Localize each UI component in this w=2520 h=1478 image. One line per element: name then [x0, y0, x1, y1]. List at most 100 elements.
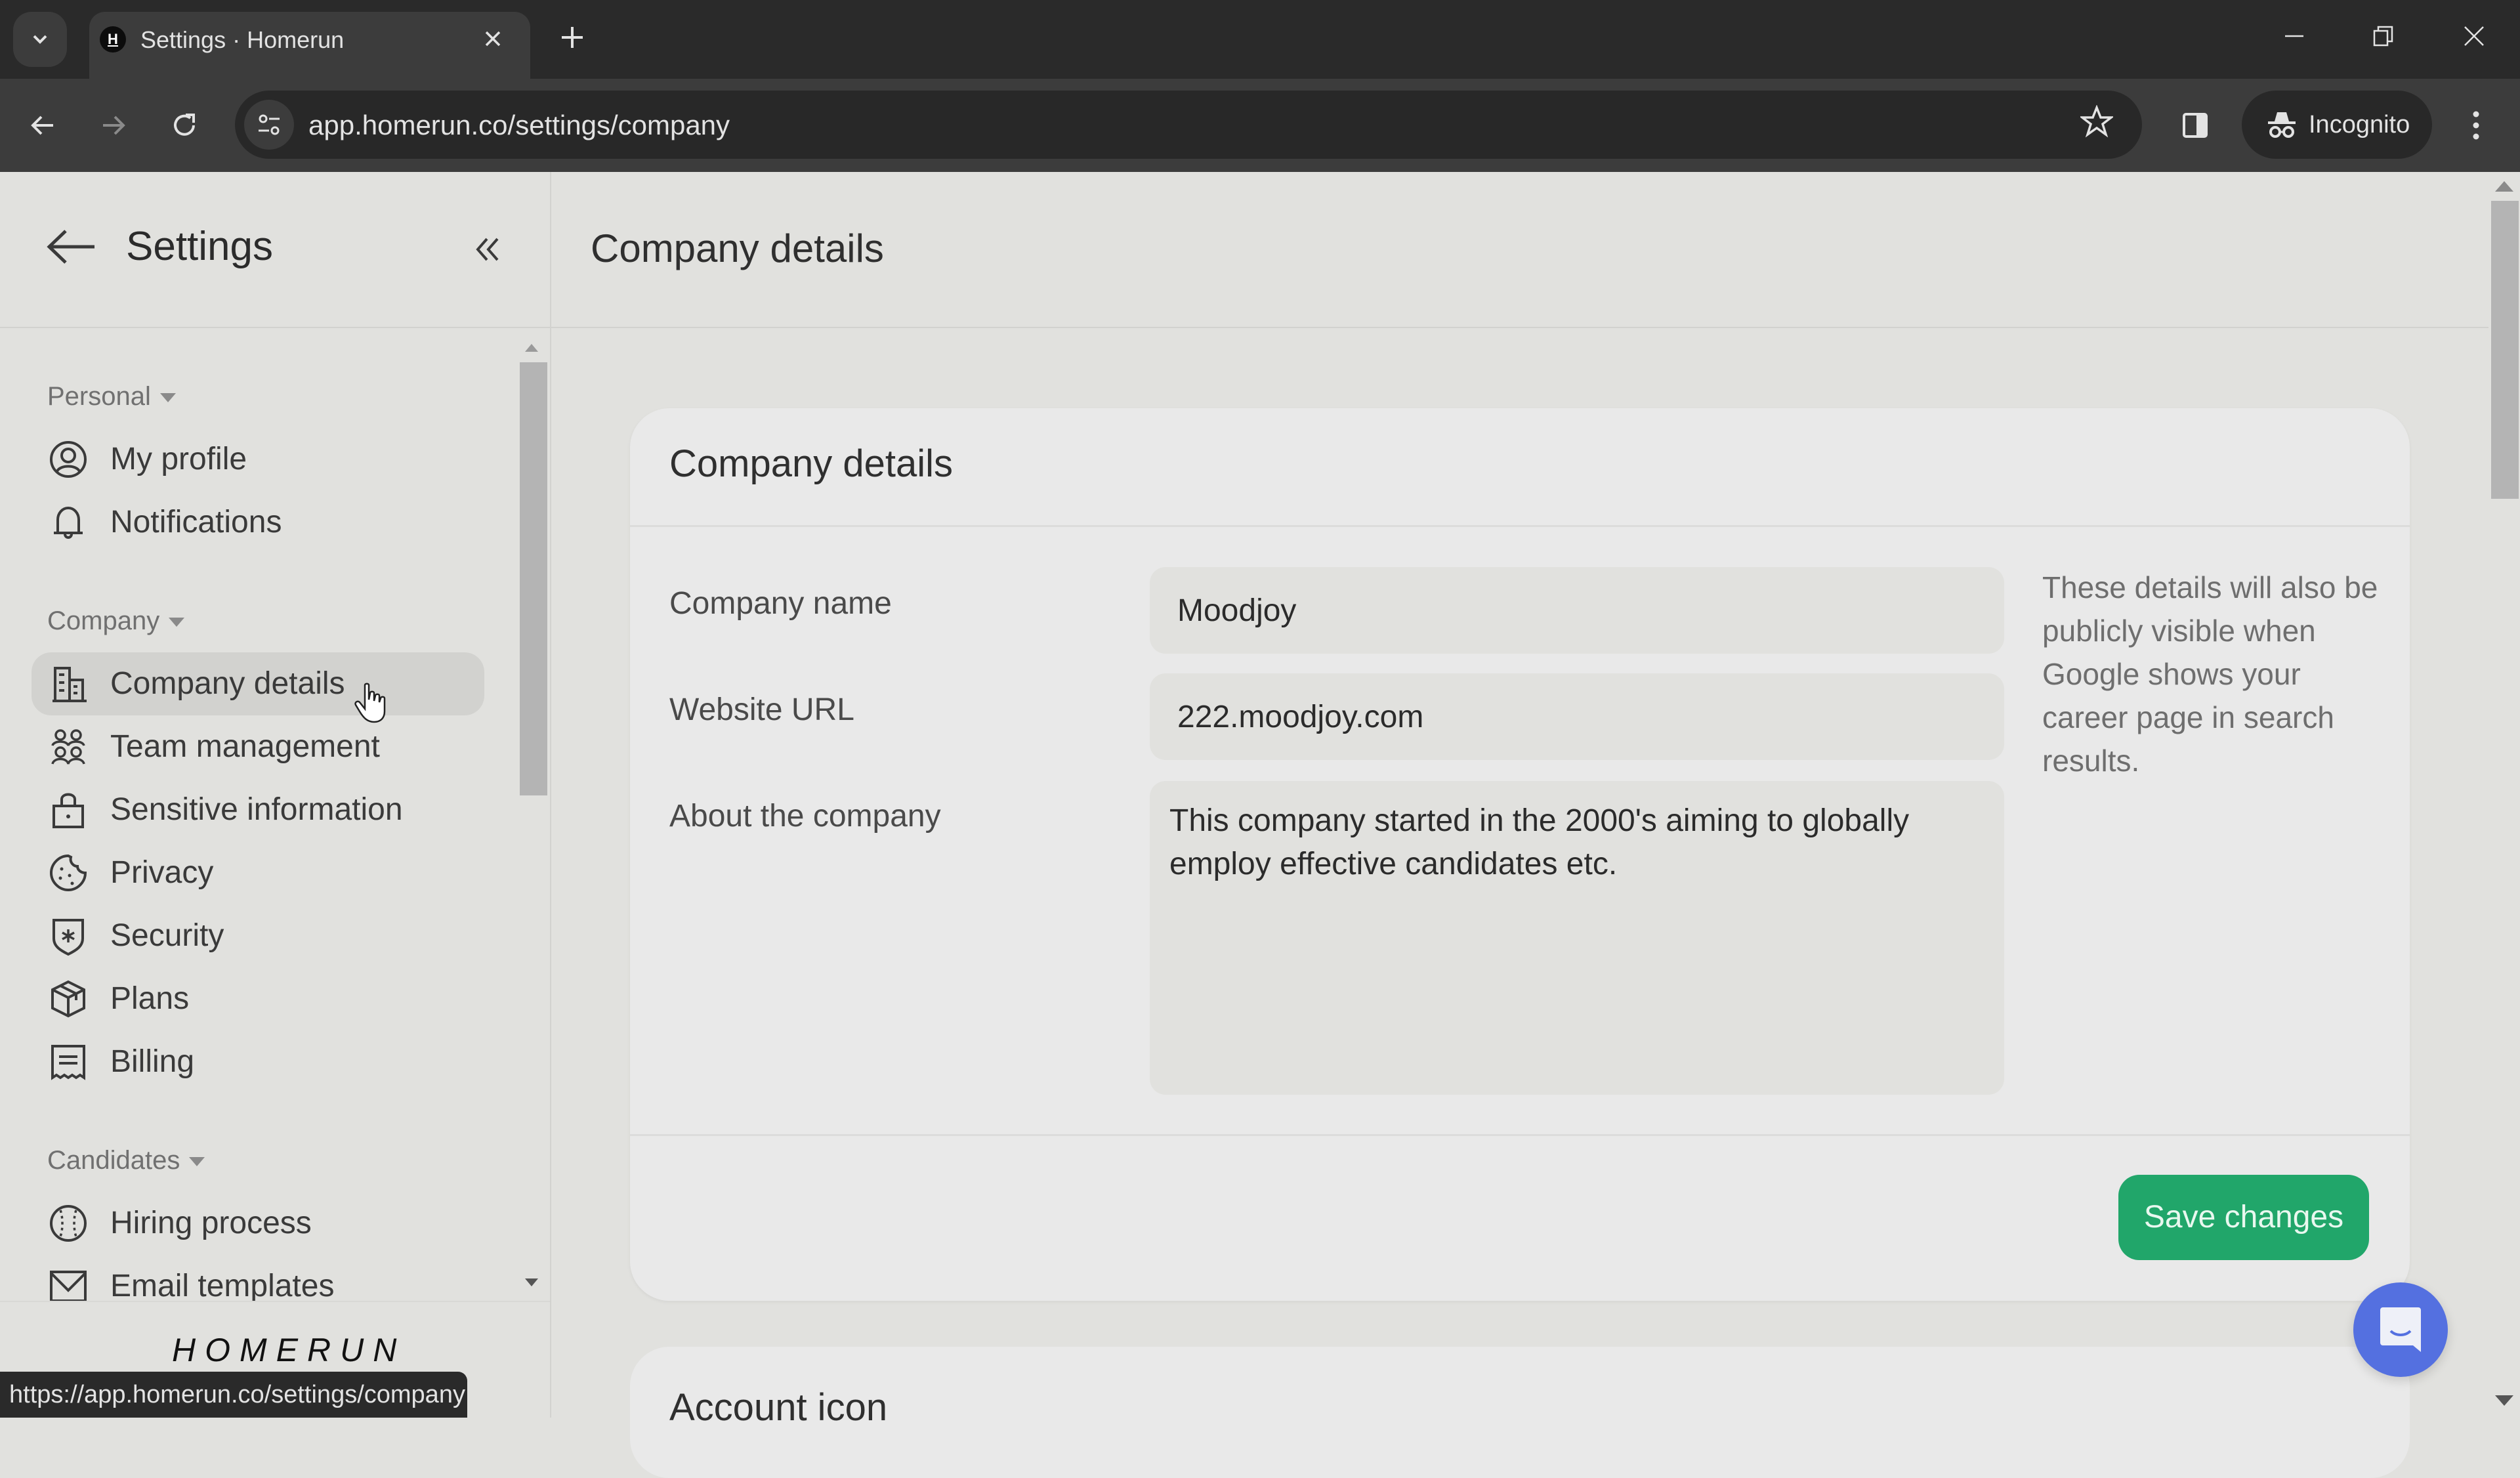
sidebar-item-label: Notifications [110, 505, 282, 539]
sidebar-scroll-down[interactable] [525, 1278, 538, 1286]
user-circle-icon [50, 441, 87, 478]
section-company-label: Company [47, 606, 160, 635]
sidebar-item-email-templates[interactable]: Email templates [32, 1255, 484, 1301]
company-details-card: Company details Company name Website URL… [630, 408, 2410, 1301]
kebab-menu-icon [2473, 111, 2479, 140]
bell-icon [54, 506, 83, 539]
caret-down-icon [189, 1157, 205, 1167]
website-url-input[interactable] [1150, 673, 2004, 760]
shield-icon [52, 919, 84, 956]
url-text[interactable]: app.homerun.co/settings/company [308, 109, 730, 142]
sidebar-item-company-details[interactable]: Company details [32, 652, 484, 715]
sidebar-item-notifications[interactable]: Notifications [32, 491, 484, 554]
main-scroll-up[interactable] [2495, 181, 2513, 192]
link-status-bubble: https://app.homerun.co/settings/company [0, 1372, 467, 1418]
close-icon [2464, 26, 2484, 46]
tab-search-button[interactable] [13, 12, 67, 67]
section-candidates[interactable]: Candidates [47, 1145, 205, 1176]
sidebar-item-label: Plans [110, 981, 190, 1016]
card-title: Account icon [669, 1386, 888, 1429]
restore-icon [2373, 26, 2393, 47]
sidebar-title: Settings [126, 224, 274, 269]
page-title: Company details [591, 226, 884, 270]
bookmark-button[interactable] [2078, 104, 2115, 146]
sidebar-item-sensitive-information[interactable]: Sensitive information [32, 778, 484, 841]
chat-support-icon [2380, 1307, 2421, 1352]
save-changes-button[interactable]: Save changes [2118, 1175, 2369, 1260]
sidebar-item-privacy[interactable]: Privacy [32, 841, 484, 904]
sidebar-item-label: Security [110, 918, 224, 953]
package-icon [51, 980, 85, 1018]
team-icon [51, 729, 85, 765]
caret-down-icon [159, 393, 176, 403]
sidebar-item-plans[interactable]: Plans [32, 967, 484, 1030]
sidebar-item-security[interactable]: Security [32, 904, 484, 967]
baseball-icon [50, 1205, 87, 1242]
cookie-icon [49, 854, 87, 892]
about-company-textarea[interactable]: This company started in the 2000's aimin… [1150, 781, 2004, 1095]
minimize-icon [2285, 35, 2303, 37]
incognito-badge[interactable]: Incognito [2242, 91, 2432, 159]
tab-title: Settings · Homerun [140, 26, 345, 53]
caret-down-icon [169, 618, 185, 627]
sidebar-item-label: Email templates [110, 1269, 335, 1301]
tab-close-button[interactable] [483, 24, 503, 55]
company-name-label: Company name [669, 586, 892, 621]
card-title: Company details [669, 442, 953, 485]
help-text: These details will also be publicly visi… [2042, 570, 2378, 778]
sidebar-item-label: Privacy [110, 855, 214, 890]
chat-support-button[interactable] [2353, 1282, 2448, 1377]
arrow-left-icon [31, 116, 53, 135]
sidebar-scrollbar-thumb[interactable] [520, 362, 547, 795]
sidebar-item-team-management[interactable]: Team management [32, 715, 484, 778]
settings-sidebar: Settings Personal My profile Notificatio… [0, 172, 551, 1418]
homerun-logo: HOMERUN [172, 1332, 406, 1368]
chevron-down-icon [33, 35, 47, 44]
sidebar-item-label: Hiring process [110, 1206, 312, 1240]
collapse-sidebar-button[interactable] [474, 235, 503, 267]
side-panel-icon [2183, 113, 2208, 138]
back-button[interactable] [21, 104, 64, 147]
website-url-label: Website URL [669, 692, 854, 727]
sidebar-item-billing[interactable]: Billing [32, 1030, 484, 1093]
sidebar-item-hiring-process[interactable]: Hiring process [32, 1192, 484, 1255]
window-close-button[interactable] [2448, 18, 2500, 58]
sidebar-item-label: Billing [110, 1044, 195, 1079]
building-icon [52, 667, 87, 702]
lock-icon [52, 793, 84, 828]
section-candidates-label: Candidates [47, 1146, 180, 1175]
sidebar-item-label: My profile [110, 442, 247, 476]
section-personal-label: Personal [47, 382, 151, 411]
forward-button[interactable] [92, 104, 135, 147]
star-icon [2078, 104, 2115, 138]
reload-button[interactable] [163, 104, 206, 147]
side-panel-button[interactable] [2174, 104, 2217, 147]
mail-icon [50, 1271, 87, 1301]
browser-menu-button[interactable] [2454, 104, 2498, 147]
account-icon-card: Account icon [630, 1347, 2410, 1478]
address-bar[interactable]: app.homerun.co/settings/company [235, 91, 2142, 159]
back-to-app-button[interactable] [46, 227, 97, 270]
company-name-input[interactable] [1150, 567, 2004, 654]
main-scroll-down[interactable] [2495, 1395, 2513, 1406]
sidebar-item-label: Sensitive information [110, 792, 403, 827]
receipt-icon [51, 1045, 85, 1080]
sidebar-scroll-up[interactable] [525, 344, 538, 352]
tune-icon [259, 114, 280, 135]
arrow-left-icon [47, 230, 94, 264]
restore-button[interactable] [2357, 18, 2410, 58]
arrow-right-icon [103, 116, 125, 135]
section-company[interactable]: Company [47, 605, 185, 637]
sidebar-item-label: Team management [110, 729, 380, 764]
reload-icon [174, 114, 195, 136]
new-tab-button[interactable] [559, 20, 585, 56]
close-icon [485, 31, 501, 47]
sidebar-item-my-profile[interactable]: My profile [32, 428, 484, 491]
main-scrollbar-thumb[interactable] [2491, 201, 2519, 499]
sidebar-header: Settings [0, 172, 550, 328]
site-info-button[interactable] [244, 100, 294, 150]
minimize-button[interactable] [2268, 18, 2320, 58]
homerun-favicon-icon: H [100, 26, 126, 53]
section-personal[interactable]: Personal [47, 381, 176, 412]
browser-tab[interactable]: H Settings · Homerun [89, 12, 530, 79]
